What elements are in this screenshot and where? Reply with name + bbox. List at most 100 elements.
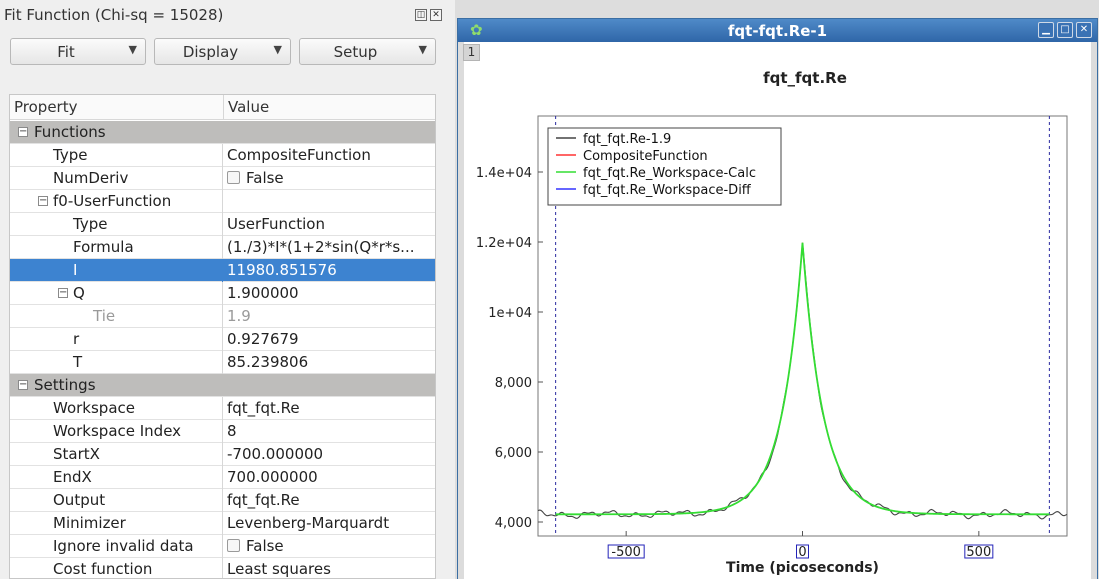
x-tick-label: -500: [611, 545, 641, 560]
row-value: False: [246, 537, 284, 555]
row-property: Tie: [93, 307, 116, 325]
checkbox[interactable]: [227, 539, 240, 552]
fit-function-panel: Fit Function (Chi-sq = 15028) ◫ ✕ Fit ▼ …: [0, 0, 446, 579]
table-row-workspace-index[interactable]: Workspace Index 8: [10, 420, 435, 443]
x-axis-label: Time (picoseconds): [726, 560, 879, 576]
table-row-f0-type[interactable]: Type UserFunction: [10, 213, 435, 236]
column-header-value[interactable]: Value: [223, 95, 435, 120]
fit-button[interactable]: Fit ▼: [10, 38, 146, 65]
x-tick-label: 0: [798, 545, 806, 560]
row-property: Output: [53, 491, 106, 509]
y-tick-label: 1.4e+04: [476, 166, 532, 181]
row-value[interactable]: Least squares: [227, 560, 435, 578]
row-value[interactable]: UserFunction: [227, 215, 435, 233]
property-table: Property Value − Functions Type Composit…: [9, 94, 436, 579]
row-value: False: [246, 169, 284, 187]
legend-label: fqt_fqt.Re_Workspace-Diff: [583, 183, 752, 198]
series-fit-line: [555, 242, 1050, 515]
table-row-tie[interactable]: Tie 1.9: [10, 305, 435, 328]
row-value[interactable]: CompositeFunction: [227, 146, 435, 164]
row-property: f0-UserFunction: [53, 192, 172, 210]
y-tick-label: 1e+04: [488, 306, 532, 321]
chart[interactable]: fqt_fqt.Re 4,000 6,000 8,000 1e+04 1.2e+04 1.4…: [455, 0, 1099, 579]
setup-button[interactable]: Setup ▼: [299, 38, 436, 65]
row-value[interactable]: 85.239806: [227, 353, 435, 371]
y-tick-label: 8,000: [495, 376, 532, 391]
close-panel-icon[interactable]: ✕: [430, 9, 442, 21]
row-value[interactable]: fqt_fqt.Re: [227, 491, 435, 509]
table-row-minimizer[interactable]: Minimizer Levenberg-Marquardt: [10, 512, 435, 535]
table-row-output[interactable]: Output fqt_fqt.Re: [10, 489, 435, 512]
collapse-icon[interactable]: −: [58, 288, 68, 298]
display-button-label: Display: [182, 43, 239, 61]
row-property: Type: [53, 146, 88, 164]
collapse-icon[interactable]: −: [18, 127, 28, 137]
fit-panel-title: Fit Function (Chi-sq = 15028): [4, 6, 224, 24]
legend-label: fqt_fqt.Re_Workspace-Calc: [583, 166, 756, 181]
fit-button-label: Fit: [57, 43, 75, 61]
row-property: Ignore invalid data: [53, 537, 194, 555]
row-property: I: [73, 261, 78, 279]
table-row-param-i[interactable]: I 11980.851576: [10, 259, 435, 282]
table-row-param-q[interactable]: − Q 1.900000: [10, 282, 435, 305]
setup-button-label: Setup: [333, 43, 378, 61]
row-property: Q: [73, 284, 85, 302]
chart-title: fqt_fqt.Re: [763, 69, 847, 87]
series-calc-line: [555, 242, 1050, 516]
row-property: EndX: [53, 468, 92, 486]
y-tick-label: 6,000: [495, 446, 532, 461]
chevron-down-icon: ▼: [273, 43, 282, 56]
row-property: Workspace: [53, 399, 135, 417]
table-row-param-t[interactable]: T 85.239806: [10, 351, 435, 374]
row-value[interactable]: 0.927679: [227, 330, 435, 348]
table-row-startx[interactable]: StartX -700.000000: [10, 443, 435, 466]
series-data-line: [537, 247, 1068, 520]
table-row-param-r[interactable]: r 0.927679: [10, 328, 435, 351]
row-value[interactable]: 1.900000: [227, 284, 435, 302]
table-row-type[interactable]: Type CompositeFunction: [10, 144, 435, 167]
row-property: Settings: [34, 376, 96, 394]
table-row-settings[interactable]: − Settings: [10, 374, 435, 397]
table-row-cost-function[interactable]: Cost function Least squares: [10, 558, 435, 578]
row-property: NumDeriv: [53, 169, 129, 187]
table-row-formula[interactable]: Formula (1./3)*I*(1+2*sin(Q*r*s...: [10, 236, 435, 259]
row-value[interactable]: (1./3)*I*(1+2*sin(Q*r*s...: [227, 238, 435, 256]
table-row-f0-userfunction[interactable]: − f0-UserFunction: [10, 190, 435, 213]
display-button[interactable]: Display ▼: [154, 38, 291, 65]
row-property: Workspace Index: [53, 422, 182, 440]
row-property: StartX: [53, 445, 100, 463]
y-tick-label: 1.2e+04: [476, 236, 532, 251]
legend-label: fqt_fqt.Re-1.9: [583, 132, 671, 147]
row-value[interactable]: -700.000000: [227, 445, 435, 463]
row-property: Minimizer: [53, 514, 126, 532]
row-property: r: [73, 330, 80, 348]
table-row-numderiv[interactable]: NumDeriv False: [10, 167, 435, 190]
table-row-endx[interactable]: EndX 700.000000: [10, 466, 435, 489]
row-value-checkbox[interactable]: False: [227, 537, 435, 555]
table-row-ignore-invalid[interactable]: Ignore invalid data False: [10, 535, 435, 558]
row-property: Cost function: [53, 560, 153, 578]
x-tick-label: 500: [966, 545, 991, 560]
row-value[interactable]: 1.9: [227, 307, 435, 325]
chevron-down-icon: ▼: [418, 43, 427, 56]
chevron-down-icon: ▼: [128, 43, 137, 56]
row-value-checkbox[interactable]: False: [227, 169, 435, 187]
row-value[interactable]: 700.000000: [227, 468, 435, 486]
float-icon[interactable]: ◫: [415, 9, 427, 21]
row-property: Type: [73, 215, 108, 233]
row-property: Functions: [34, 123, 106, 141]
y-tick-label: 4,000: [495, 516, 532, 531]
row-property: T: [73, 353, 83, 371]
table-row-workspace[interactable]: Workspace fqt_fqt.Re: [10, 397, 435, 420]
row-value[interactable]: Levenberg-Marquardt: [227, 514, 435, 532]
column-header-property[interactable]: Property: [10, 95, 223, 120]
row-value[interactable]: fqt_fqt.Re: [227, 399, 435, 417]
row-value[interactable]: 11980.851576: [227, 261, 435, 279]
checkbox[interactable]: [227, 171, 240, 184]
collapse-icon[interactable]: −: [38, 196, 48, 206]
table-row-functions[interactable]: − Functions: [10, 121, 435, 144]
collapse-icon[interactable]: −: [18, 380, 28, 390]
row-value[interactable]: 8: [227, 422, 435, 440]
legend-label: CompositeFunction: [583, 149, 708, 164]
row-property: Formula: [73, 238, 134, 256]
